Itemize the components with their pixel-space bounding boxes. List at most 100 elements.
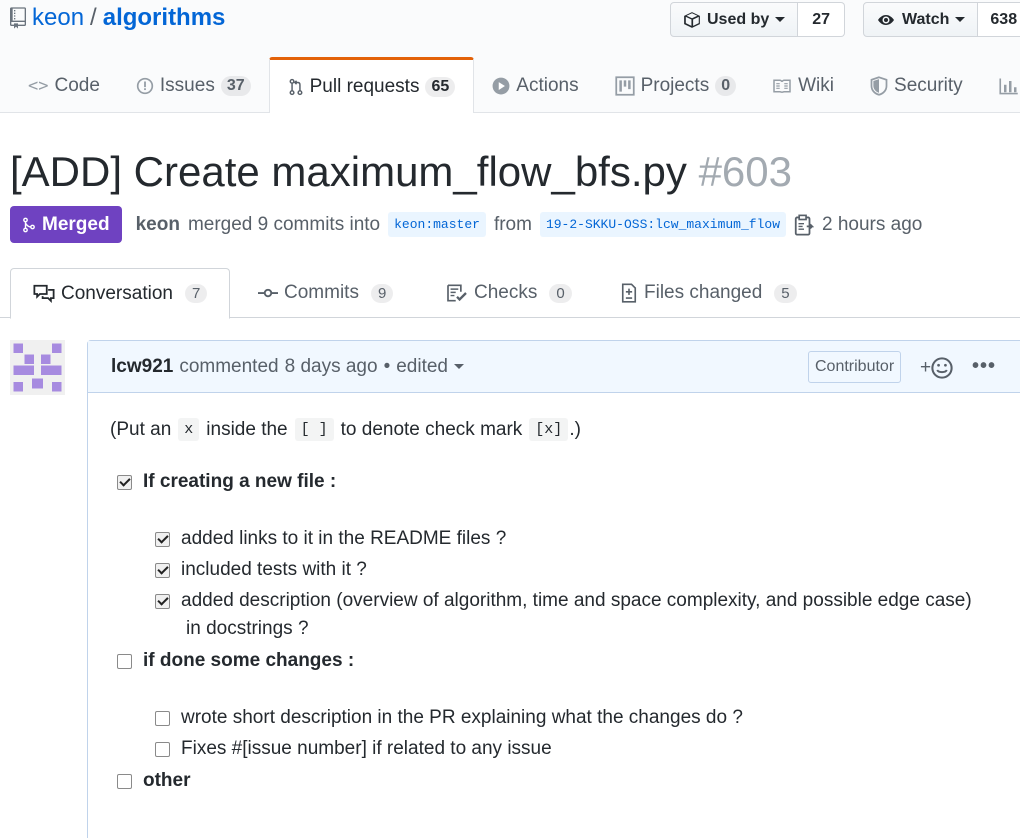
checkbox[interactable] xyxy=(117,474,132,490)
task-label: if done some changes : xyxy=(143,650,355,671)
used-by-group: Used by 27 xyxy=(670,2,846,37)
repo-nav: <> Code Issues 37 Pull requests 65 Actio… xyxy=(10,57,1020,113)
merge-icon xyxy=(23,217,35,232)
task-item-label: added links to it in the README files ? xyxy=(181,528,507,549)
nav-security[interactable]: Security xyxy=(852,58,981,113)
avatar[interactable] xyxy=(10,340,65,395)
intro-code-x: x xyxy=(178,418,200,441)
pr-author-link[interactable]: keon xyxy=(136,214,180,236)
tab-conversation[interactable]: Conversation 7 xyxy=(10,268,230,319)
nav-insights[interactable]: In xyxy=(981,58,1020,113)
checkbox[interactable] xyxy=(155,531,170,547)
repo-owner-link[interactable]: keon xyxy=(32,4,84,32)
task-item-label: added description (overview of algorithm… xyxy=(181,590,972,611)
comment-action: commented xyxy=(179,355,279,377)
commits-count: 9 xyxy=(370,283,394,303)
nav-actions-label: Actions xyxy=(516,74,579,96)
comment-menu-button[interactable]: ••• xyxy=(972,355,996,378)
checks-count: 0 xyxy=(549,283,572,303)
comment-timestamp[interactable]: 8 days ago xyxy=(285,356,378,378)
task-item-continuation: in docstrings ? xyxy=(186,618,309,639)
pull-requests-count: 65 xyxy=(425,76,456,97)
commit-icon xyxy=(258,288,278,298)
edited-dropdown[interactable]: edited xyxy=(396,355,465,378)
used-by-count[interactable]: 27 xyxy=(798,2,846,37)
files-changed-count: 5 xyxy=(774,283,797,303)
code-icon: <> xyxy=(28,75,49,96)
watch-button[interactable]: Watch xyxy=(863,2,979,37)
checkbox[interactable] xyxy=(155,562,170,578)
conversation-count: 7 xyxy=(184,284,208,303)
smiley-icon xyxy=(931,357,953,379)
head-branch[interactable]: 19-2-SKKU-OSS:lcw_maximum_flow xyxy=(539,212,786,237)
bullet-separator: • xyxy=(383,355,391,377)
checkbox[interactable] xyxy=(117,653,132,669)
eye-icon xyxy=(878,14,894,25)
comment-box: lcw921 commented 8 days ago • edited Con… xyxy=(87,340,1020,838)
pr-title-text: [ADD] Create maximum_flow_bfs.py xyxy=(10,148,687,195)
play-icon xyxy=(492,77,510,94)
caret-down-icon xyxy=(454,364,465,369)
used-by-button[interactable]: Used by xyxy=(670,2,799,37)
pr-action-text: merged 9 commits into xyxy=(187,213,381,235)
base-branch[interactable]: keon:master xyxy=(388,212,486,237)
checkbox[interactable] xyxy=(117,773,132,789)
issues-count: 37 xyxy=(220,75,251,96)
repo-title: keon / algorithms xyxy=(10,4,225,32)
identicon-image xyxy=(13,343,62,392)
task-label: If creating a new file : xyxy=(143,471,337,492)
tab-checks[interactable]: Checks 0 xyxy=(446,268,572,318)
nav-actions[interactable]: Actions xyxy=(474,58,596,113)
tab-files-changed[interactable]: Files changed 5 xyxy=(620,268,797,318)
file-diff-icon xyxy=(621,283,637,303)
checkbox[interactable] xyxy=(155,593,170,609)
add-reaction-button[interactable]: + xyxy=(920,357,953,379)
repo-icon xyxy=(10,7,26,29)
comment-header: lcw921 commented 8 days ago • edited Con… xyxy=(88,341,1020,393)
nav-pull-requests-label: Pull requests xyxy=(309,75,420,97)
intro-text-d: .) xyxy=(569,418,581,440)
nav-security-label: Security xyxy=(894,74,963,96)
package-icon xyxy=(684,11,700,28)
nav-pull-requests[interactable]: Pull requests 65 xyxy=(268,57,475,113)
repo-header: keon / algorithms Used by 27 Watch 638 <… xyxy=(0,0,1020,113)
task-item: added description (overview of algorithm… xyxy=(155,590,972,612)
checklist-icon xyxy=(447,284,467,302)
pull-request-icon xyxy=(289,78,303,95)
edited-label: edited xyxy=(396,355,449,377)
graph-icon xyxy=(999,78,1018,94)
nav-issues[interactable]: Issues 37 xyxy=(118,58,269,113)
nav-projects[interactable]: Projects 0 xyxy=(597,58,755,113)
nav-wiki-label: Wiki xyxy=(798,74,835,96)
task-item: wrote short description in the PR explai… xyxy=(155,707,743,729)
tab-commits[interactable]: Commits 9 xyxy=(258,268,394,318)
book-icon xyxy=(773,79,791,93)
nav-issues-label: Issues xyxy=(159,74,215,96)
caret-down-icon xyxy=(955,17,966,22)
issue-icon xyxy=(136,77,154,94)
task-label: other xyxy=(143,770,191,791)
caret-down-icon xyxy=(775,17,786,22)
task-changes: if done some changes : xyxy=(117,650,354,672)
checkbox[interactable] xyxy=(155,710,170,726)
intro-line: (Put an x inside the [ ] to denote check… xyxy=(110,418,581,441)
repo-name-link[interactable]: algorithms xyxy=(103,4,226,32)
comment-author-link[interactable]: lcw921 xyxy=(111,356,173,378)
checkbox[interactable] xyxy=(155,741,170,757)
task-item-label: wrote short description in the PR explai… xyxy=(181,707,743,728)
repo-separator: / xyxy=(90,4,97,31)
nav-code[interactable]: <> Code xyxy=(10,58,118,113)
merged-label: Merged xyxy=(42,213,110,235)
pr-meta: Merged keon merged 9 commits into keon:m… xyxy=(10,206,922,243)
pr-number: #603 xyxy=(698,148,792,195)
merged-badge: Merged xyxy=(10,206,122,243)
pr-tabs: Conversation 7 Commits 9 Checks 0 Files … xyxy=(0,268,1020,319)
nav-code-label: Code xyxy=(54,74,100,96)
intro-text-a: (Put an xyxy=(110,418,172,440)
task-item-label: Fixes #[issue number] if related to any … xyxy=(181,738,552,759)
watch-count[interactable]: 638 xyxy=(978,2,1020,37)
contributor-badge: Contributor xyxy=(808,351,902,383)
pr-title: [ADD] Create maximum_flow_bfs.py #603 xyxy=(10,148,792,196)
clipboard-icon[interactable] xyxy=(794,214,814,236)
nav-wiki[interactable]: Wiki xyxy=(754,58,852,113)
